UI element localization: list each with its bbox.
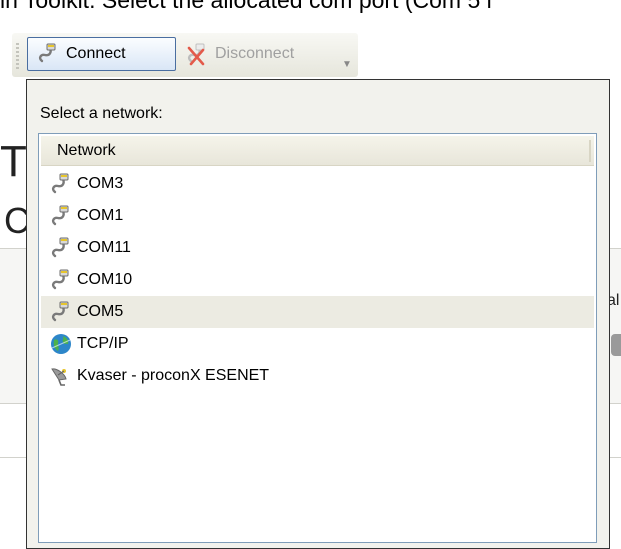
- instruction-caption: in Toolkit. Select the allocated com por…: [0, 0, 492, 13]
- serial-cable-icon: [51, 237, 69, 258]
- list-item-label: COM1: [77, 207, 124, 224]
- list-item-kvaser-proconx-esenet[interactable]: Kvaser - proconX ESENET: [41, 360, 594, 392]
- network-prompt: Select a network:: [40, 105, 163, 122]
- connect-button[interactable]: Connect: [27, 37, 176, 71]
- disconnect-label: Disconnect: [215, 45, 295, 62]
- list-item-label: COM11: [77, 239, 131, 256]
- connect-label: Connect: [66, 45, 126, 62]
- network-list[interactable]: Network COM3 COM1 COM11 COM10 COM5 TCP/I…: [38, 133, 597, 543]
- toolbar-grip[interactable]: [16, 43, 19, 69]
- list-item-label: COM5: [77, 303, 124, 320]
- serial-cable-icon: [51, 301, 69, 322]
- list-item-com3[interactable]: COM3: [41, 168, 594, 200]
- list-item-com5[interactable]: COM5: [41, 296, 594, 328]
- list-item-label: Kvaser - proconX ESENET: [77, 367, 270, 384]
- chevron-down-icon[interactable]: ▼: [342, 59, 354, 71]
- network-items: COM3 COM1 COM11 COM10 COM5 TCP/IP Kvaser…: [41, 168, 594, 392]
- serial-cable-icon: [38, 43, 56, 63]
- serial-cable-icon: [51, 205, 69, 226]
- list-item-label: COM3: [77, 175, 124, 192]
- disconnect-button[interactable]: Disconnect: [177, 37, 337, 71]
- column-header-network[interactable]: Network: [41, 136, 594, 166]
- disconnect-icon: [187, 43, 205, 66]
- list-item-label: COM10: [77, 271, 133, 288]
- globe-network-icon: [51, 334, 71, 354]
- list-item-label: TCP/IP: [77, 335, 129, 352]
- connection-toolbar: Connect Disconnect ▼: [12, 33, 358, 77]
- column-separator[interactable]: [589, 140, 591, 162]
- serial-cable-icon: [51, 173, 69, 194]
- list-item-com10[interactable]: COM10: [41, 264, 594, 296]
- background-heading-fragment: T: [0, 137, 27, 186]
- satellite-dish-icon: [51, 368, 67, 386]
- background-slider-knob: [611, 334, 621, 356]
- serial-cable-icon: [51, 269, 69, 290]
- column-header-label: Network: [57, 142, 116, 159]
- list-item-com1[interactable]: COM1: [41, 200, 594, 232]
- network-select-popup: Select a network: Network COM3 COM1 COM1…: [26, 79, 610, 549]
- list-item-tcpip[interactable]: TCP/IP: [41, 328, 594, 360]
- list-item-com11[interactable]: COM11: [41, 232, 594, 264]
